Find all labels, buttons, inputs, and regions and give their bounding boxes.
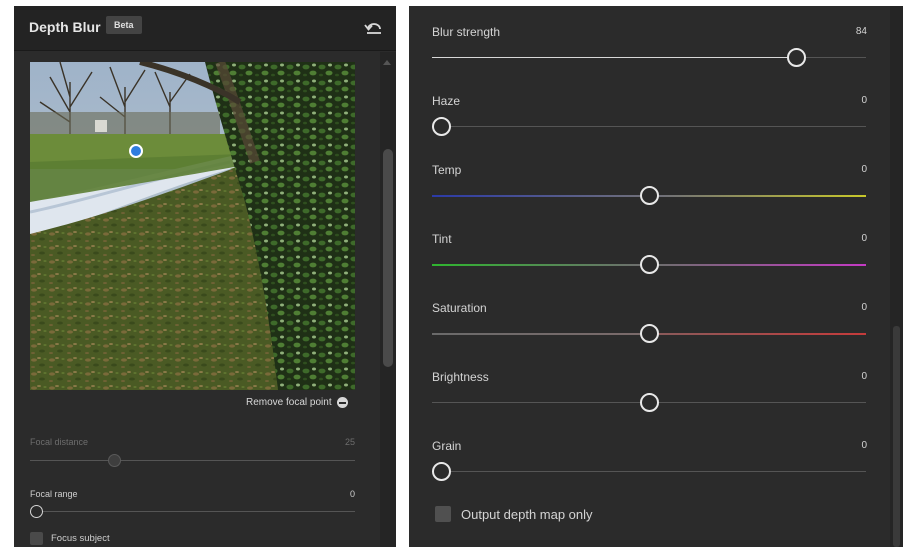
blur-strength-value: 84 [855,26,867,37]
left-scrollbar-thumb[interactable] [383,149,393,367]
saturation-label: Saturation [432,301,487,315]
depth-blur-panel-right: Blur strength 84 Haze 0 Temp 0 Tint 0 Saturation… [409,6,903,547]
haze-slider[interactable] [432,116,451,136]
remove-focal-point-link[interactable]: Remove focal point [246,397,348,408]
haze-label: Haze [432,94,461,108]
focal-distance-slider[interactable] [108,454,121,467]
grain-slider[interactable] [432,461,451,481]
focal-distance-label: Focal distance [30,437,89,447]
output-depth-map-checkbox[interactable]: Output depth map only [435,506,593,522]
grain-track [432,471,866,472]
right-scrollbar-thumb[interactable] [893,326,900,547]
panel-title: Depth Blur [29,19,101,35]
focus-subject-label: Focus subject [51,533,110,544]
output-depth-map-box[interactable] [435,506,451,522]
saturation-slider[interactable] [639,323,659,343]
reset-arrow-icon[interactable] [364,18,384,36]
grain-value: 0 [861,440,867,451]
haze-value: 0 [861,95,867,106]
focal-range-label: Focal range [30,489,78,499]
panel-content: Remove focal point Focal distance 25 Foc… [14,52,380,547]
temp-value: 0 [861,164,867,175]
scroll-up-arrow-icon[interactable] [383,60,391,65]
tint-value: 0 [861,233,867,244]
focal-distance-track [30,460,355,461]
focal-range-slider[interactable] [30,505,43,518]
haze-track [432,126,866,127]
brightness-slider[interactable] [639,392,659,412]
saturation-value: 0 [861,302,867,313]
beta-badge: Beta [106,16,142,34]
grain-label: Grain [432,439,462,453]
focal-point-marker[interactable] [129,144,143,158]
focal-range-track [30,511,355,512]
focal-distance-value: 25 [344,437,355,447]
minus-circle-icon [336,397,348,408]
brightness-value: 0 [861,371,867,382]
focus-subject-checkbox[interactable]: Focus subject [30,532,110,545]
preview-image[interactable] [30,62,355,390]
output-depth-map-label: Output depth map only [461,506,593,522]
focal-range-value: 0 [349,489,355,499]
right-scrollbar[interactable] [890,6,903,547]
depth-blur-panel-left: Depth Blur Beta Remove focal point Focal… [14,6,396,547]
left-scrollbar[interactable] [380,52,396,547]
brightness-label: Brightness [432,370,489,384]
tint-slider[interactable] [639,254,659,274]
remove-focal-point-label: Remove focal point [246,397,332,408]
blur-strength-label: Blur strength [432,25,501,39]
tint-label: Tint [432,232,452,246]
focus-subject-box[interactable] [30,532,43,545]
temp-slider[interactable] [639,185,659,205]
temp-label: Temp [432,163,462,177]
blur-strength-slider[interactable] [787,47,807,67]
panel-header: Depth Blur Beta [14,6,396,51]
